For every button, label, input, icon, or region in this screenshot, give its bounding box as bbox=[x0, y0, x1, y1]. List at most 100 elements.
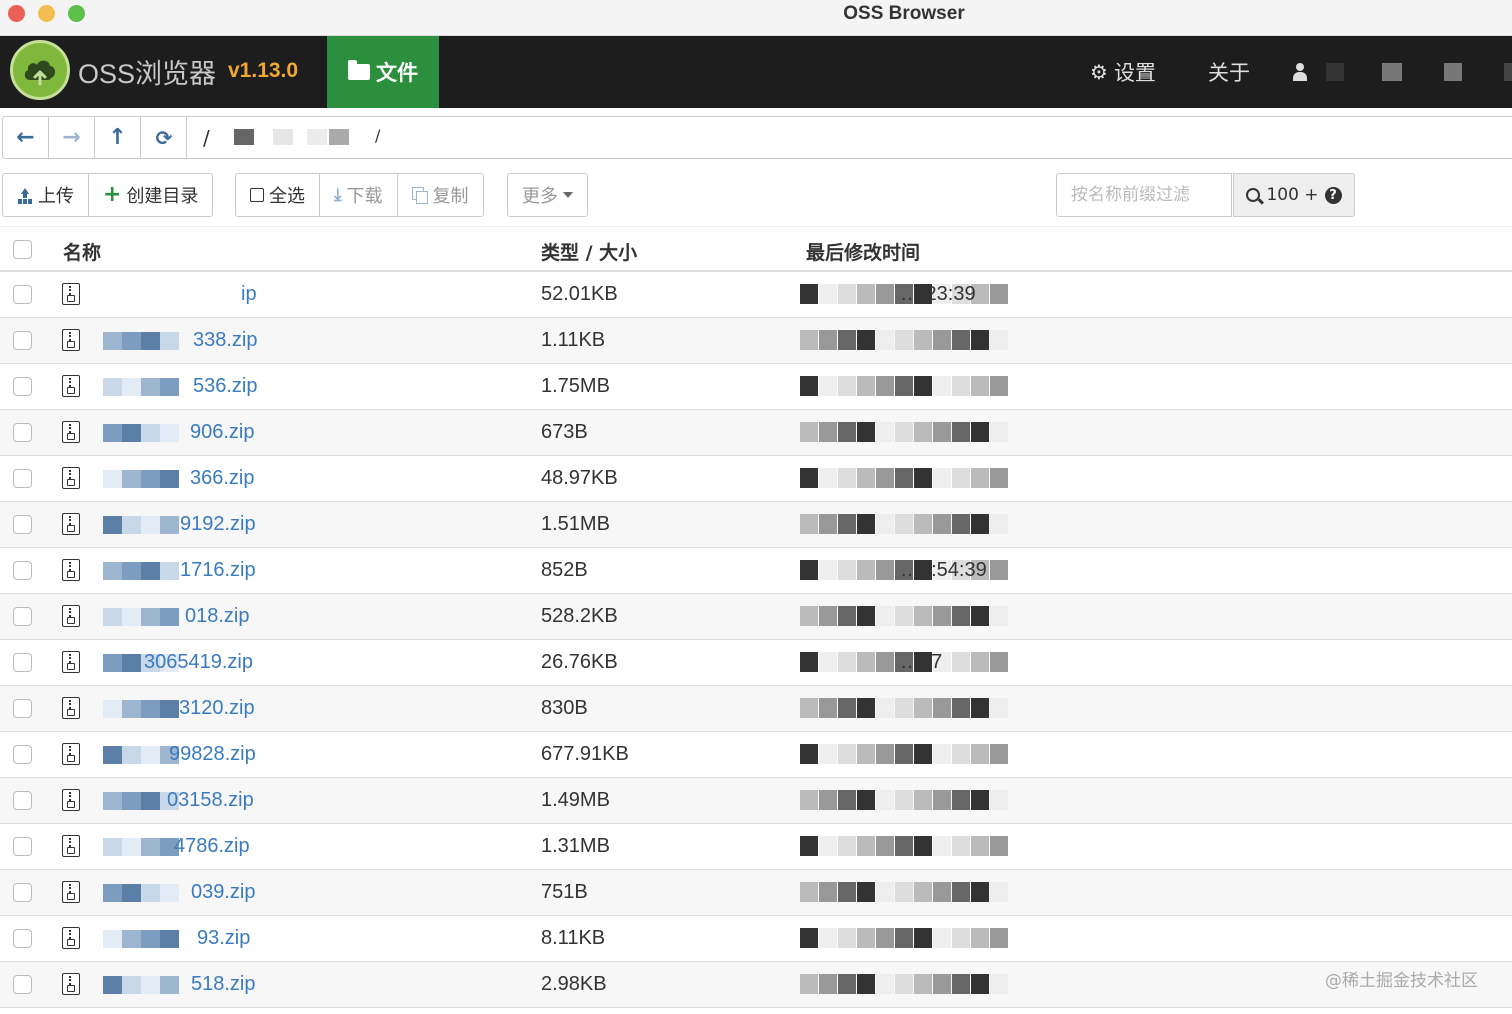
table-row[interactable]: 03158.zip 1.49MB bbox=[0, 778, 1512, 824]
file-size: 26.76KB bbox=[541, 651, 618, 673]
redacted-block bbox=[857, 376, 875, 396]
row-checkbox[interactable] bbox=[13, 285, 32, 304]
table-row[interactable]: 3065419.zip 26.76KB …37 bbox=[0, 640, 1512, 686]
row-checkbox[interactable] bbox=[13, 331, 32, 350]
row-checkbox[interactable] bbox=[13, 377, 32, 396]
redacted-block bbox=[876, 698, 894, 718]
row-checkbox[interactable] bbox=[13, 699, 32, 718]
refresh-button[interactable]: ⟳ bbox=[141, 117, 187, 158]
up-button[interactable]: ↑ bbox=[95, 117, 141, 158]
row-checkbox[interactable] bbox=[13, 469, 32, 488]
table-row[interactable]: 4786.zip 1.31MB bbox=[0, 824, 1512, 870]
row-checkbox[interactable] bbox=[13, 745, 32, 764]
redacted-block bbox=[857, 836, 875, 856]
redacted-block bbox=[838, 790, 856, 810]
file-name-link[interactable]: 99828.zip bbox=[169, 743, 256, 766]
row-checkbox[interactable] bbox=[13, 883, 32, 902]
file-name-link[interactable]: 1716.zip bbox=[180, 559, 256, 582]
file-name-link[interactable]: 93.zip bbox=[197, 927, 250, 950]
upload-button[interactable]: 上传 bbox=[3, 174, 89, 216]
redacted-block bbox=[160, 332, 179, 350]
about-link[interactable]: 关于 bbox=[1208, 36, 1250, 108]
row-checkbox[interactable] bbox=[13, 975, 32, 994]
file-name-link[interactable]: 518.zip bbox=[191, 973, 256, 996]
table-row[interactable]: 9192.zip 1.51MB bbox=[0, 502, 1512, 548]
redacted-block bbox=[914, 422, 932, 442]
select-all-button[interactable]: 全选 bbox=[236, 174, 320, 216]
file-name-link[interactable]: 3120.zip bbox=[179, 697, 255, 720]
address-bar: ← → ↑ ⟳ / / bbox=[0, 112, 1512, 162]
redacted-timestamp bbox=[800, 606, 1010, 626]
table-row[interactable]: 906.zip 673B bbox=[0, 410, 1512, 456]
table-row[interactable]: 99828.zip 677.91KB bbox=[0, 732, 1512, 778]
redacted-block bbox=[876, 560, 894, 580]
table-row[interactable]: 039.zip 751B bbox=[0, 870, 1512, 916]
help-icon[interactable]: ? bbox=[1324, 186, 1342, 204]
redacted-block bbox=[990, 652, 1008, 672]
table-row[interactable]: 366.zip 48.97KB bbox=[0, 456, 1512, 502]
file-name-link[interactable]: 9192.zip bbox=[180, 513, 256, 536]
column-modified[interactable]: 最后修改时间 bbox=[806, 238, 920, 265]
file-name-link[interactable]: 906.zip bbox=[190, 421, 255, 444]
forward-button[interactable]: → bbox=[49, 117, 95, 158]
path-input[interactable]: / / bbox=[186, 116, 1512, 159]
more-dropdown-button[interactable]: 更多 bbox=[508, 174, 587, 216]
redacted-block bbox=[819, 284, 837, 304]
download-label: 下载 bbox=[346, 186, 383, 207]
zip-file-icon bbox=[62, 375, 80, 397]
search-button[interactable]: 100 + ? bbox=[1233, 173, 1355, 217]
table-row[interactable]: 536.zip 1.75MB bbox=[0, 364, 1512, 410]
column-type-size[interactable]: 类型 / 大小 bbox=[541, 238, 637, 265]
row-checkbox[interactable] bbox=[13, 653, 32, 672]
row-checkbox[interactable] bbox=[13, 791, 32, 810]
row-checkbox[interactable] bbox=[13, 515, 32, 534]
column-name[interactable]: 名称 bbox=[63, 238, 101, 265]
file-name-link[interactable]: ip bbox=[241, 283, 257, 306]
zip-file-icon bbox=[62, 789, 80, 811]
file-name-link[interactable]: 366.zip bbox=[190, 467, 255, 490]
copy-button[interactable]: 复制 bbox=[398, 174, 483, 216]
file-name-link[interactable]: 338.zip bbox=[193, 329, 258, 352]
file-name-link[interactable]: 039.zip bbox=[191, 881, 256, 904]
table-row[interactable]: ip 52.01KB …:23:39 bbox=[0, 272, 1512, 318]
redacted-block bbox=[819, 974, 837, 994]
redacted-block bbox=[160, 378, 179, 396]
table-row[interactable]: 1716.zip 852B …1:54:39 bbox=[0, 548, 1512, 594]
redacted-block bbox=[819, 836, 837, 856]
file-name-link[interactable]: 018.zip bbox=[185, 605, 250, 628]
redacted-block bbox=[857, 606, 875, 626]
table-row[interactable]: 018.zip 528.2KB bbox=[0, 594, 1512, 640]
redacted-block bbox=[876, 790, 894, 810]
file-name-link[interactable]: 4786.zip bbox=[174, 835, 250, 858]
select-all-checkbox[interactable] bbox=[13, 240, 32, 259]
redacted-block bbox=[914, 928, 932, 948]
filter-input[interactable] bbox=[1056, 173, 1232, 217]
file-modified-time: …:23:39 bbox=[900, 283, 976, 305]
table-row[interactable]: 93.zip 8.11KB bbox=[0, 916, 1512, 962]
window-title: OSS Browser bbox=[843, 3, 965, 24]
row-checkbox[interactable] bbox=[13, 607, 32, 626]
redacted-timestamp bbox=[800, 836, 1010, 856]
settings-link[interactable]: ⚙ 设置 bbox=[1090, 36, 1156, 108]
user-menu[interactable] bbox=[1292, 36, 1512, 108]
redacted-block bbox=[160, 424, 179, 442]
row-checkbox[interactable] bbox=[13, 929, 32, 948]
download-button[interactable]: ⤓ 下载 bbox=[320, 174, 398, 216]
file-name-link[interactable]: 03158.zip bbox=[167, 789, 254, 812]
table-row[interactable]: 3120.zip 830B bbox=[0, 686, 1512, 732]
redacted-block bbox=[914, 606, 932, 626]
table-row[interactable]: 338.zip 1.11KB bbox=[0, 318, 1512, 364]
row-checkbox[interactable] bbox=[13, 837, 32, 856]
create-directory-button[interactable]: + 创建目录 bbox=[89, 174, 212, 216]
redacted-block bbox=[800, 698, 818, 718]
redacted-timestamp bbox=[800, 744, 1010, 764]
row-checkbox[interactable] bbox=[13, 561, 32, 580]
back-button[interactable]: ← bbox=[3, 117, 49, 158]
tab-files[interactable]: 文件 bbox=[327, 36, 439, 108]
file-name-link[interactable]: 536.zip bbox=[193, 375, 258, 398]
file-name-link[interactable]: 3065419.zip bbox=[144, 651, 253, 674]
table-row[interactable]: 518.zip 2.98KB bbox=[0, 962, 1512, 1008]
row-checkbox[interactable] bbox=[13, 423, 32, 442]
redacted-block bbox=[838, 468, 856, 488]
redacted-block bbox=[122, 562, 141, 580]
